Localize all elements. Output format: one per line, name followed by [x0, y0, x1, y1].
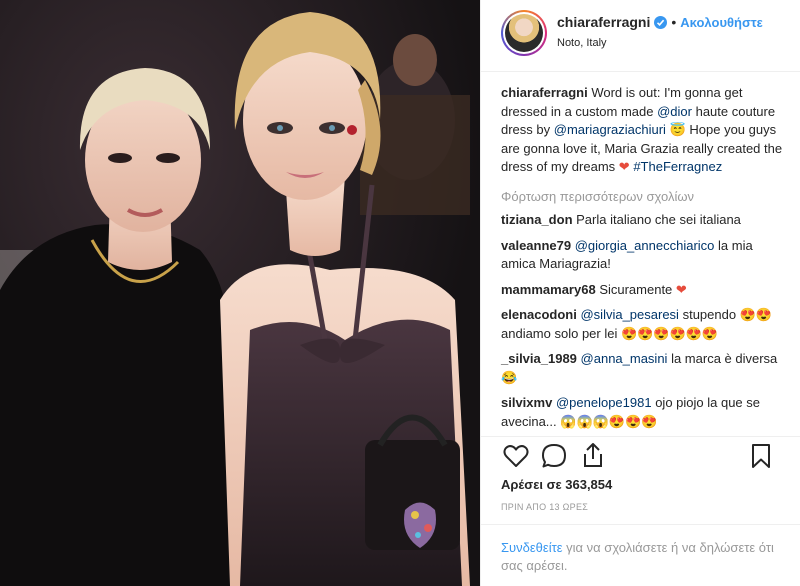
comment-item: tiziana_don Parla italiano che sei itali… [501, 211, 787, 230]
comment-username[interactable]: elenacodoni [501, 307, 577, 322]
location-link[interactable]: Noto, Italy [557, 37, 607, 49]
likes-count[interactable]: Αρέσει σε 363,854 [501, 477, 612, 492]
share-arrow-icon[interactable] [581, 442, 605, 473]
bookmark-icon[interactable] [751, 443, 771, 474]
comment-emoji: 😍😍😍😍😍😍 [620, 325, 719, 341]
post-header: chiaraferragni • Ακολουθήστε Noto, Italy [481, 0, 800, 72]
comment-item: _silvia_1989 @anna_masini la marca è div… [501, 350, 787, 387]
follow-button[interactable]: Ακολουθήστε [680, 15, 763, 30]
avatar-image [505, 14, 543, 52]
separator-dot: • [671, 14, 677, 30]
heart-outline-icon[interactable] [503, 444, 529, 473]
comment-emoji: 😂 [501, 369, 518, 385]
comment-username[interactable]: silvixmv [501, 395, 552, 410]
avatar-border [503, 12, 545, 54]
comment-mention[interactable]: @silvia_pesaresi [580, 307, 678, 322]
avatar[interactable] [501, 10, 547, 56]
post-photo-illustration [0, 0, 480, 586]
comment-emoji: 😱😱😱😍😍😍 [560, 413, 658, 429]
comment-text: Parla italiano che sei italiana [576, 212, 741, 227]
divider [481, 524, 800, 525]
caption-mention-dior[interactable]: @dior [657, 104, 692, 119]
login-prompt: Συνδεθείτε για να σχολιάσετε ή να δηλώσε… [501, 539, 781, 575]
post-photo[interactable] [0, 0, 480, 586]
caption: chiaraferragni Word is out: I'm gonna ge… [501, 84, 787, 177]
verified-badge-icon [654, 15, 668, 29]
caption-emoji-halo: 😇 [669, 122, 686, 137]
caption-mention-mariagraziachiuri[interactable]: @mariagraziachiuri [554, 122, 666, 137]
post-timestamp[interactable]: ΠΡΙΝ ΑΠΟ 13 ΩΡΕΣ [501, 502, 588, 512]
speech-bubble-icon[interactable] [541, 443, 567, 474]
comment-item: mammamary68 Sicuramente ❤ [501, 281, 787, 300]
comment-emoji: ❤ [675, 281, 687, 297]
comment-mention[interactable]: @penelope1981 [556, 395, 652, 410]
load-more-comments-button[interactable]: Φόρτωση περισσότερων σχολίων [501, 188, 787, 207]
comment-text: Sicuramente [599, 281, 673, 297]
comment-username[interactable]: _silvia_1989 [501, 351, 577, 366]
comment-username[interactable]: tiziana_don [501, 212, 573, 227]
comments-list: chiaraferragni Word is out: I'm gonna ge… [501, 84, 787, 438]
comment-item: elenacodoni @silvia_pesaresi stupendo 😍😍… [501, 306, 787, 343]
comment-item: valeanne79 @giorgia_annecchiarico la mia… [501, 237, 787, 274]
username-row: chiaraferragni • Ακολουθήστε [557, 14, 763, 30]
header-username[interactable]: chiaraferragni [557, 14, 650, 30]
divider [481, 436, 800, 437]
comment-mention[interactable]: @anna_masini [581, 351, 668, 366]
comment-username[interactable]: mammamary68 [501, 282, 596, 297]
caption-username[interactable]: chiaraferragni [501, 85, 588, 100]
comment-username[interactable]: valeanne79 [501, 238, 571, 253]
comment-text: la marca è diversa [671, 351, 778, 366]
login-link[interactable]: Συνδεθείτε [501, 540, 563, 555]
caption-hashtag[interactable]: #TheFerragnez [633, 159, 722, 174]
caption-emoji-heart: ❤ [618, 159, 630, 174]
comment-mention[interactable]: @giorgia_annecchiarico [575, 238, 715, 253]
action-bar [499, 440, 785, 472]
post-side-panel: chiaraferragni • Ακολουθήστε Noto, Italy… [480, 0, 800, 586]
comment-item: silvixmv @penelope1981 ojo piojo la que … [501, 394, 787, 431]
